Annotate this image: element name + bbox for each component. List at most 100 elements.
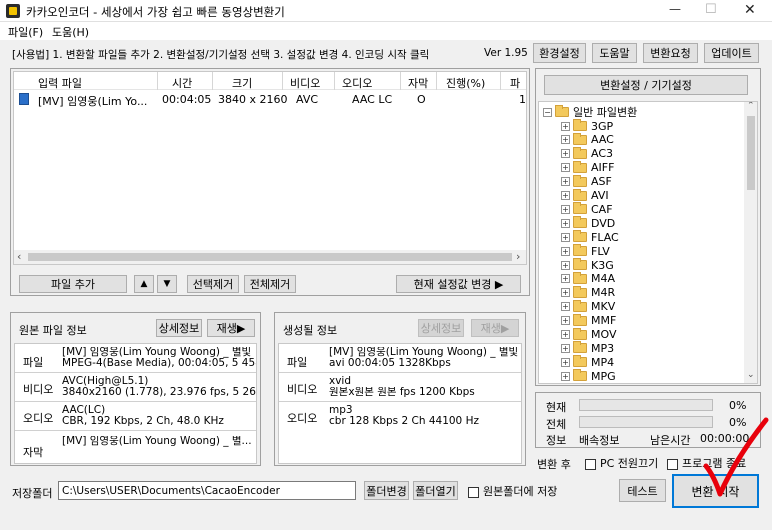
expand-icon[interactable]: + — [561, 316, 570, 326]
test-button[interactable]: 테스트 — [619, 479, 666, 502]
expand-icon[interactable]: + — [561, 121, 570, 131]
tree-item-caf[interactable]: + CAF — [561, 202, 613, 216]
header-input-file[interactable]: 입력 파일 — [38, 75, 82, 91]
expand-icon[interactable]: + — [561, 204, 570, 214]
conversion-settings-button[interactable]: 변환설정 / 기기설정 — [544, 75, 748, 95]
tree-item-k3g[interactable]: + K3G — [561, 258, 614, 272]
tree-vertical-scrollbar[interactable]: ⌃ ⌄ — [744, 102, 757, 383]
expand-icon[interactable]: + — [561, 330, 570, 339]
output-play-button[interactable]: 재생▶ — [471, 319, 519, 337]
expand-icon[interactable]: + — [561, 135, 570, 145]
close-button[interactable]: ✕ — [744, 2, 756, 18]
source-detail-button[interactable]: 상세정보 — [156, 319, 202, 337]
request-button[interactable]: 변환요청 — [643, 43, 698, 63]
tree-item-mpg[interactable]: + MPG — [561, 369, 616, 383]
source-file-line1: [MV] 임영웅(Lim Young Woong) _ 별빛 — [62, 347, 252, 358]
output-info-panel: 생성될 정보 상세정보 재생▶ 파일 [MV] 임영웅(Lim Young Wo… — [274, 312, 526, 466]
expand-icon[interactable]: + — [561, 177, 570, 187]
tree-item-ogg[interactable]: +OGG — [561, 383, 617, 384]
tree-item-m4r[interactable]: + M4R — [561, 285, 615, 300]
scroll-thumb[interactable] — [28, 253, 512, 261]
header-time[interactable]: 시간 — [172, 75, 192, 91]
expand-icon[interactable]: + — [561, 218, 570, 228]
header-video[interactable]: 비디오 — [290, 75, 320, 91]
header-audio[interactable]: 오디오 — [342, 75, 372, 91]
remove-selected-button[interactable]: 선택제거 — [187, 275, 239, 293]
output-file-line2: avi 00:04:05 1328Kbps — [329, 358, 451, 369]
source-play-button[interactable]: 재생▶ — [207, 319, 255, 337]
expand-icon[interactable]: + — [561, 232, 570, 242]
tree-item-flv[interactable]: + FLV — [561, 244, 610, 258]
expand-icon[interactable]: + — [561, 302, 570, 312]
move-down-button[interactable]: ▼ — [157, 275, 177, 293]
expand-icon[interactable]: + — [561, 163, 570, 173]
scroll-right-icon[interactable]: › — [516, 250, 520, 263]
add-file-button[interactable]: 파일 추가 — [19, 275, 127, 293]
move-up-button[interactable]: ▲ — [134, 275, 154, 293]
row-audio: AAC LC — [352, 93, 393, 106]
tree-item-mp3[interactable]: + MP3 — [561, 341, 614, 355]
tree-item-3gp[interactable]: +3GP — [561, 119, 613, 133]
expand-icon[interactable]: + — [561, 357, 570, 367]
save-path-input[interactable]: C:\Users\USER\Documents\CacaoEncoder — [58, 481, 356, 500]
menu-file[interactable]: 파일(F) — [8, 24, 43, 40]
folder-icon — [573, 119, 587, 131]
menu-help[interactable]: 도움(H) — [52, 24, 89, 40]
program-exit-checkbox[interactable] — [667, 458, 678, 470]
pc-off-option[interactable]: PC 전원끄기 — [585, 455, 658, 471]
header-size[interactable]: 크기 — [232, 75, 252, 91]
collapse-icon[interactable]: − — [543, 107, 552, 117]
tree-scroll-thumb[interactable] — [747, 116, 755, 190]
format-tree[interactable]: − 일반 파일변환 +3GP + AAC + AC3 + AIFF + ASF + AVI + CAF +… — [538, 101, 758, 384]
tree-root[interactable]: − 일반 파일변환 — [543, 105, 637, 119]
maximize-button[interactable]: ☐ — [705, 2, 717, 17]
folder-open-icon — [555, 105, 569, 117]
expand-icon[interactable]: + — [561, 371, 570, 381]
header-subtitle[interactable]: 자막 — [408, 75, 428, 91]
horizontal-scrollbar[interactable]: ‹ › — [14, 250, 526, 264]
folder-icon — [573, 285, 587, 298]
tree-item-mov[interactable]: + MOV — [561, 327, 616, 342]
same-folder-checkbox[interactable] — [468, 486, 479, 498]
expand-icon[interactable]: + — [561, 260, 570, 270]
tree-item-m4a[interactable]: + M4A — [561, 271, 615, 286]
expand-icon[interactable]: + — [561, 274, 570, 284]
table-row[interactable]: [MV] 임영웅(Lim Yo... 00:04:05 3840 x 2160 … — [14, 91, 526, 108]
same-folder-option[interactable]: 원본폴더에 저장 — [468, 483, 557, 499]
tree-item-aac[interactable]: + AAC — [561, 132, 614, 147]
tree-item-label: MPG — [591, 369, 616, 383]
pc-off-checkbox[interactable] — [585, 458, 596, 470]
tree-item-avi[interactable]: + AVI — [561, 188, 609, 203]
file-table[interactable]: 입력 파일 시간 크기 비디오 오디오 자막 진행(%) 파 [MV] 임영웅(… — [13, 71, 527, 265]
scroll-up-icon[interactable]: ⌃ — [747, 102, 755, 111]
tree-item-asf[interactable]: + ASF — [561, 174, 612, 189]
scroll-down-icon[interactable]: ⌄ — [747, 370, 755, 380]
tree-item-mp4[interactable]: + MP4 — [561, 355, 614, 369]
tree-item-ac3[interactable]: + AC3 — [561, 146, 613, 161]
expand-icon[interactable]: + — [561, 191, 570, 200]
change-folder-button[interactable]: 폴더변경 — [364, 481, 409, 500]
expand-icon[interactable]: + — [561, 343, 570, 353]
expand-icon[interactable]: + — [561, 288, 570, 298]
tree-item-dvd[interactable]: + DVD — [561, 216, 615, 230]
tree-item-flac[interactable]: + FLAC — [561, 230, 619, 244]
header-progress[interactable]: 진행(%) — [446, 75, 485, 91]
scroll-left-icon[interactable]: ‹ — [17, 250, 21, 263]
tree-item-mkv[interactable]: + MKV — [561, 299, 615, 314]
expand-icon[interactable]: + — [561, 149, 570, 159]
remove-all-button[interactable]: 전체제거 — [244, 275, 296, 293]
header-extra[interactable]: 파 — [510, 75, 520, 91]
help-button[interactable]: 도움말 — [592, 43, 637, 63]
output-audio-label: 오디오 — [287, 412, 318, 425]
output-detail-button[interactable]: 상세정보 — [418, 319, 464, 337]
open-folder-button[interactable]: 폴더열기 — [413, 481, 458, 500]
env-settings-button[interactable]: 환경설정 — [533, 43, 586, 63]
tree-item-aiff[interactable]: + AIFF — [561, 160, 614, 175]
update-button[interactable]: 업데이트 — [704, 43, 759, 63]
tree-item-mmf[interactable]: + MMF — [561, 313, 616, 328]
folder-icon — [573, 174, 587, 187]
expand-icon[interactable]: + — [561, 246, 570, 256]
minimize-button[interactable]: — — [669, 2, 681, 16]
table-header: 입력 파일 시간 크기 비디오 오디오 자막 진행(%) 파 — [14, 72, 526, 91]
change-settings-button[interactable]: 현재 설정값 변경 ▶ — [396, 275, 521, 293]
